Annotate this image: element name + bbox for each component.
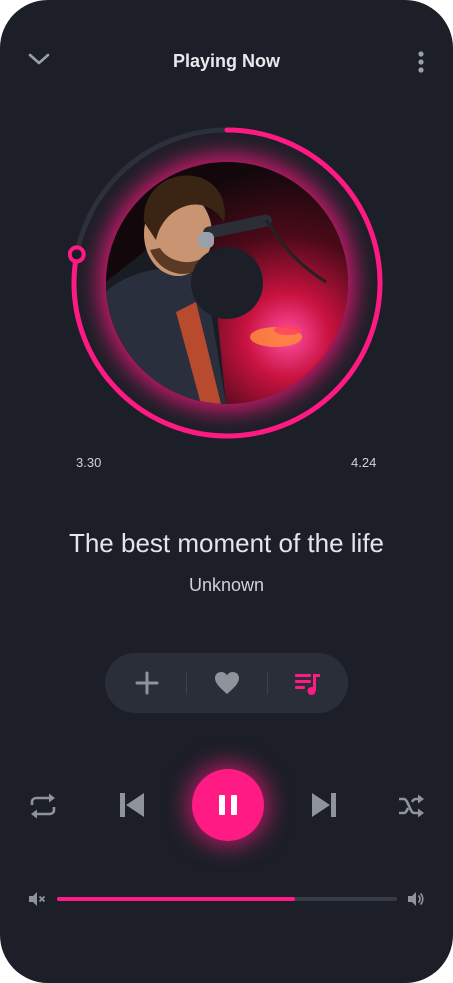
playlist-icon[interactable] (293, 669, 321, 697)
divider (186, 672, 187, 694)
elapsed-time: 3.30 (76, 455, 102, 470)
page-title: Playing Now (172, 51, 280, 71)
skip-next-icon[interactable] (310, 791, 338, 819)
repeat-icon[interactable] (28, 791, 58, 821)
volume-slider[interactable] (57, 897, 397, 901)
pause-button[interactable] (192, 769, 264, 841)
pause-icon (219, 795, 237, 815)
top-bar: Playing Now (0, 40, 453, 84)
disc-center (191, 247, 263, 319)
album-art-progress (68, 124, 386, 442)
progress-knob[interactable] (68, 245, 86, 264)
skip-previous-icon[interactable] (118, 791, 146, 819)
divider (267, 672, 268, 694)
playback-controls (0, 767, 453, 843)
heart-icon[interactable] (213, 669, 241, 697)
plus-icon[interactable] (133, 669, 161, 697)
song-artist: Unknown (188, 575, 265, 595)
action-bar (105, 653, 348, 713)
volume-mute-icon[interactable] (28, 890, 46, 908)
volume-up-icon[interactable] (407, 890, 425, 908)
player-screen: Playing Now 3.30 4.24 The best moment of… (0, 0, 453, 983)
volume-level (57, 897, 295, 901)
more-vertical-icon[interactable] (412, 49, 430, 75)
total-duration: 4.24 (351, 455, 377, 470)
shuffle-icon[interactable] (396, 791, 426, 821)
volume-control (0, 885, 453, 913)
song-title: The best moment of the life (68, 528, 385, 558)
